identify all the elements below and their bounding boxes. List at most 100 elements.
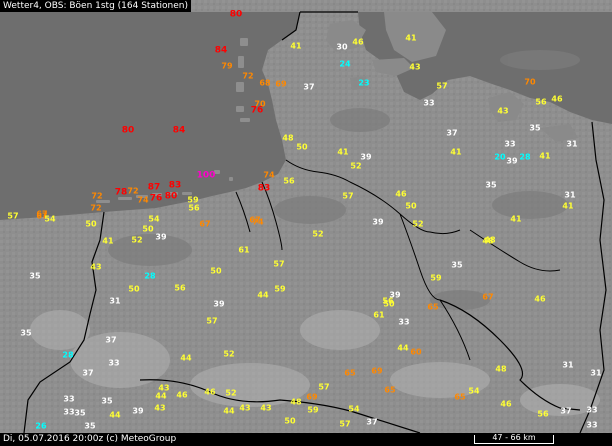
station-label: 67 bbox=[199, 219, 211, 229]
station-label: 74 bbox=[252, 217, 264, 227]
station-label: 31 bbox=[109, 296, 121, 306]
station-label: 57 bbox=[7, 211, 19, 221]
station-label: 61 bbox=[373, 310, 385, 320]
station-label: 37 bbox=[560, 406, 572, 416]
station-label: 54 bbox=[348, 404, 360, 414]
station-label: 50 bbox=[405, 201, 417, 211]
station-label: 41 bbox=[562, 201, 574, 211]
station-label: 46 bbox=[500, 399, 512, 409]
station-label: 41 bbox=[337, 147, 349, 157]
station-label: 72 bbox=[90, 203, 102, 213]
station-label: 46 bbox=[204, 387, 216, 397]
station-label: 39 bbox=[372, 217, 384, 227]
station-label: 69 bbox=[371, 366, 383, 376]
station-label: 35 bbox=[84, 421, 96, 431]
map-title: Wetter4, OBS: Böen 1stg (164 Stationen) bbox=[0, 0, 191, 12]
station-label: 65 bbox=[454, 392, 466, 402]
station-label: 70 bbox=[524, 77, 536, 87]
station-label: 33 bbox=[504, 139, 516, 149]
station-label: 41 bbox=[510, 214, 522, 224]
station-label: 35 bbox=[20, 328, 32, 338]
station-label: 79 bbox=[221, 61, 233, 71]
station-label: 50 bbox=[383, 299, 395, 309]
station-label: 43 bbox=[260, 403, 272, 413]
station-label: 59 bbox=[274, 284, 286, 294]
station-label: 46 bbox=[534, 294, 546, 304]
station-label: 54 bbox=[468, 386, 480, 396]
station-label: 52 bbox=[350, 161, 362, 171]
station-label: 35 bbox=[74, 408, 86, 418]
station-label: 52 bbox=[225, 388, 237, 398]
station-label: 80 bbox=[121, 125, 135, 136]
station-label: 78 bbox=[114, 187, 128, 198]
station-label: 60 bbox=[410, 347, 422, 357]
station-label: 74 bbox=[263, 170, 275, 180]
station-label: 35 bbox=[101, 396, 113, 406]
station-label: 48 bbox=[290, 397, 302, 407]
scale-bar: 47 - 66 km bbox=[474, 433, 554, 444]
station-label: 48 bbox=[495, 364, 507, 374]
station-label: 37 bbox=[82, 368, 94, 378]
station-label: 57 bbox=[436, 81, 448, 91]
station-label: 72 bbox=[242, 71, 254, 81]
station-label: 44 bbox=[223, 406, 235, 416]
station-label: 84 bbox=[214, 45, 228, 56]
station-label: 44 bbox=[155, 391, 167, 401]
station-label: 65 bbox=[344, 368, 356, 378]
scale-label: 47 - 66 km bbox=[492, 433, 536, 442]
station-label: 41 bbox=[450, 147, 462, 157]
station-label: 33 bbox=[398, 317, 410, 327]
station-label: 80 bbox=[164, 191, 178, 202]
station-label: 80 bbox=[229, 9, 243, 20]
station-label: 37 bbox=[366, 417, 378, 427]
station-label: 37 bbox=[105, 335, 117, 345]
station-label: 56 bbox=[188, 203, 200, 213]
station-label: 50 bbox=[296, 142, 308, 152]
station-label: 50 bbox=[85, 219, 97, 229]
station-label: 46 bbox=[352, 37, 364, 47]
station-label: 57 bbox=[342, 191, 354, 201]
station-label: 43 bbox=[154, 403, 166, 413]
station-label: 61 bbox=[238, 245, 250, 255]
station-label: 44 bbox=[397, 343, 409, 353]
station-label: 52 bbox=[223, 349, 235, 359]
station-label: 39 bbox=[506, 156, 518, 166]
station-label: 31 bbox=[564, 190, 576, 200]
station-label: 41 bbox=[539, 151, 551, 161]
station-label: 20 bbox=[494, 152, 506, 162]
station-label: 50 bbox=[128, 284, 140, 294]
station-label: 50 bbox=[284, 416, 296, 426]
station-label: 54 bbox=[44, 214, 56, 224]
station-label: 41 bbox=[405, 33, 417, 43]
station-label: 67 bbox=[482, 292, 494, 302]
station-label: 72 bbox=[91, 191, 103, 201]
station-label: 46 bbox=[551, 94, 563, 104]
timestamp-label: Di, 05.07.2016 20:00z (c) MeteoGroup bbox=[3, 434, 177, 444]
station-label: 69 bbox=[306, 392, 318, 402]
station-label: 57 bbox=[339, 419, 351, 429]
station-label: 39 bbox=[213, 299, 225, 309]
station-label: 33 bbox=[586, 420, 598, 430]
station-label: 50 bbox=[142, 224, 154, 234]
station-label: 83 bbox=[168, 180, 182, 191]
station-label: 48 bbox=[282, 133, 294, 143]
station-label: 39 bbox=[132, 406, 144, 416]
station-label: 50 bbox=[210, 266, 222, 276]
station-label: 43 bbox=[497, 106, 509, 116]
station-label: 87 bbox=[147, 182, 161, 193]
station-label: 52 bbox=[412, 219, 424, 229]
station-label: 35 bbox=[529, 123, 541, 133]
station-label: 56 bbox=[283, 176, 295, 186]
station-label: 35 bbox=[29, 271, 41, 281]
station-label: 54 bbox=[148, 214, 160, 224]
station-label: 57 bbox=[318, 382, 330, 392]
station-label: 23 bbox=[358, 78, 370, 88]
station-label: 39 bbox=[360, 152, 372, 162]
station-label: 44 bbox=[109, 410, 121, 420]
weather-map: Wetter4, OBS: Böen 1stg (164 Stationen) … bbox=[0, 0, 612, 446]
station-label: 44 bbox=[180, 353, 192, 363]
station-label: 41 bbox=[290, 41, 302, 51]
station-label: 31 bbox=[590, 368, 602, 378]
station-label: 83 bbox=[257, 183, 271, 194]
station-label: 43 bbox=[409, 62, 421, 72]
